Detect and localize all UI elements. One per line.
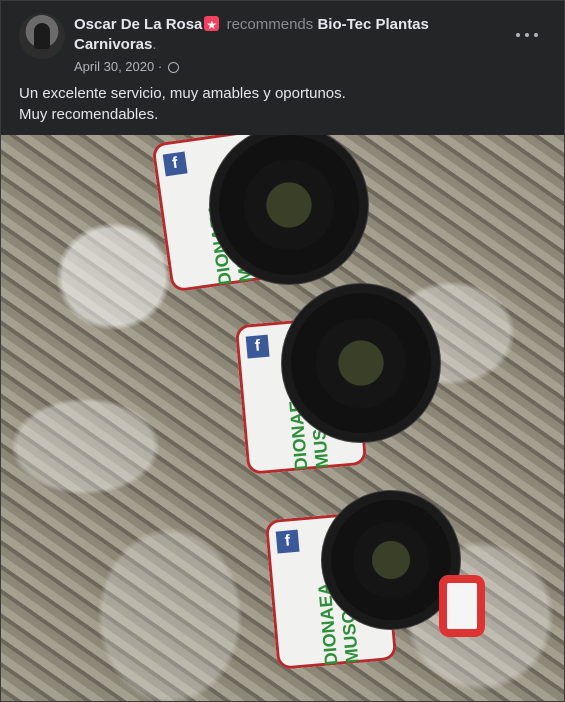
plant-pot [219, 135, 359, 275]
facebook-logo-icon: f [275, 529, 300, 554]
pot-inner [316, 318, 406, 408]
author-name-link[interactable]: Oscar De La Rosa [74, 16, 202, 33]
post-header: Oscar De La Rosa recommends Bio-Tec Plan… [19, 13, 546, 77]
more-dot-icon [516, 33, 520, 37]
pot-inner [352, 521, 430, 599]
recommendation-post: Oscar De La Rosa recommends Bio-Tec Plan… [0, 0, 565, 702]
plant-pot [331, 500, 451, 620]
post-title-line: Oscar De La Rosa recommends Bio-Tec Plan… [74, 15, 464, 55]
post-text: Un excelente servicio, muy amables y opo… [19, 83, 539, 125]
more-dot-icon [525, 33, 529, 37]
pot-inner [244, 160, 334, 250]
post-timestamp-row: April 30, 2020 · [74, 59, 464, 74]
post-text-line: Muy recomendables. [19, 106, 159, 123]
post-text-line: Un excelente servicio, muy amables y opo… [19, 85, 346, 102]
post-photo[interactable]: f DIONAEA MUSCIPULA f DIONAEA MUSCIPULA … [1, 135, 564, 701]
facebook-logo-icon: f [162, 151, 188, 177]
candy-cup [439, 575, 485, 637]
recommends-text: recommends [226, 16, 314, 33]
avatar-figure [34, 23, 50, 49]
post-meta: Oscar De La Rosa recommends Bio-Tec Plan… [74, 15, 464, 74]
more-options-button[interactable] [514, 25, 542, 45]
post-date-link[interactable]: April 30, 2020 [74, 59, 154, 74]
author-avatar[interactable] [19, 13, 65, 59]
facebook-logo-icon: f [245, 334, 270, 359]
more-dot-icon [534, 33, 538, 37]
plant-pot [291, 293, 431, 433]
recommend-badge-icon [204, 15, 220, 35]
globe-icon [167, 62, 179, 73]
